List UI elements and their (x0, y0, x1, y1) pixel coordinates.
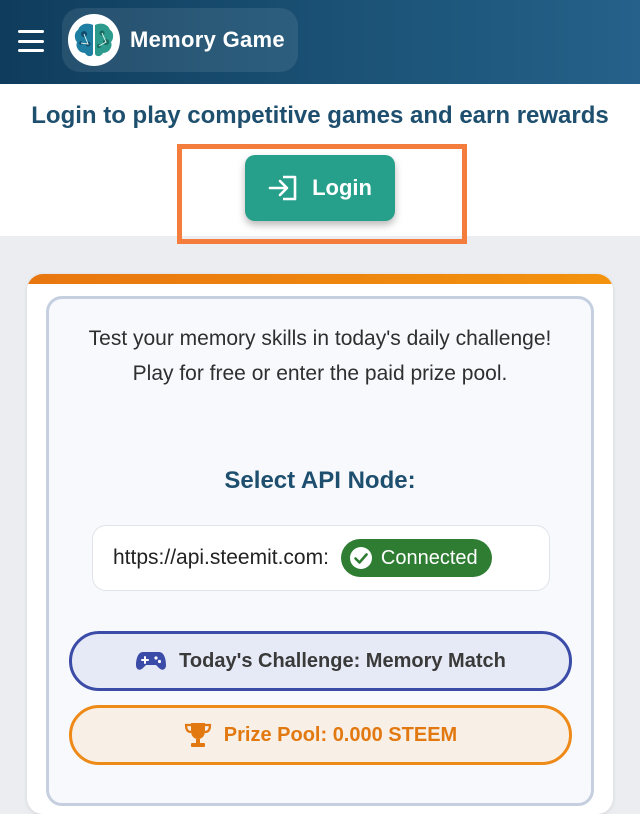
prize-pool-label: Prize Pool: 0.000 STEEM (223, 723, 458, 746)
card-accent-bar (27, 274, 613, 284)
daily-challenge-card: Test your memory skills in today's daily… (27, 274, 613, 814)
login-prompt: Login to play competitive games and earn… (31, 102, 609, 129)
app-title: Memory Game (130, 27, 285, 52)
hamburger-menu-icon[interactable] (18, 30, 44, 52)
todays-challenge-label: Today's Challenge: Memory Match (179, 649, 506, 672)
card-inner-panel: Test your memory skills in today's daily… (46, 296, 594, 806)
intro-text: Test your memory skills in today's daily… (88, 327, 552, 385)
login-button-label: Login (312, 175, 372, 200)
connection-status-text: Connected (380, 546, 478, 569)
brain-logo-icon (68, 14, 120, 66)
app-header: Memory Game (0, 0, 640, 84)
connection-status-badge: Connected (340, 539, 492, 577)
check-circle-icon (349, 546, 373, 570)
todays-challenge-button[interactable]: Today's Challenge: Memory Match (69, 631, 572, 691)
login-section: Login to play competitive games and earn… (0, 84, 640, 244)
gamepad-icon (135, 649, 167, 673)
login-arrow-icon (268, 175, 298, 201)
prize-pool-button[interactable]: Prize Pool: 0.000 STEEM (69, 705, 572, 765)
api-node-url: https://api.steemit.com: (113, 546, 329, 569)
brand-home-link[interactable]: Memory Game (62, 8, 298, 72)
trophy-icon (184, 721, 212, 749)
login-button[interactable]: Login (245, 155, 395, 221)
api-node-selector[interactable]: https://api.steemit.com: Connected (92, 525, 550, 591)
api-node-heading: Select API Node: (224, 467, 416, 494)
